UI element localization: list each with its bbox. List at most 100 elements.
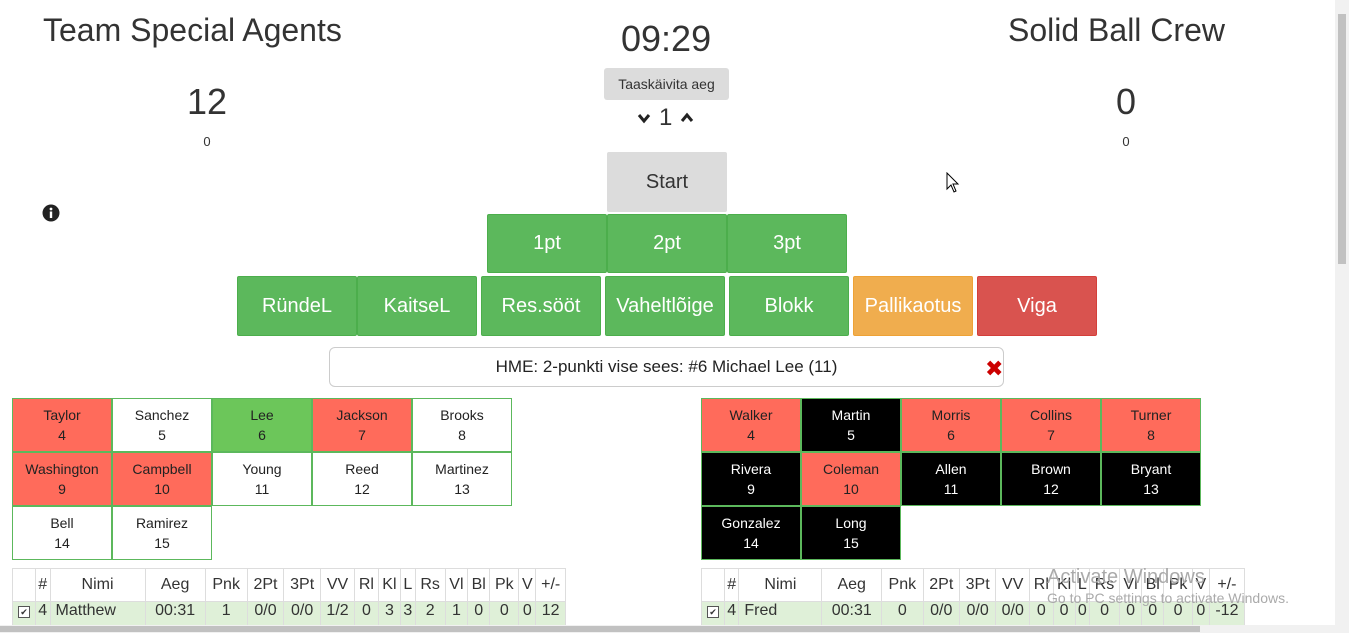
column-header: L [400, 568, 416, 602]
2pt-button[interactable]: 2pt [607, 214, 727, 273]
assist-button[interactable]: Res.sööt [481, 276, 601, 336]
player-name: Walker [729, 407, 773, 423]
player-card[interactable]: Jackson 7 [312, 398, 412, 452]
checkbox-icon[interactable]: ✔ [707, 606, 719, 618]
column-header: Nimi [738, 568, 823, 602]
player-card[interactable]: Long 15 [801, 506, 901, 560]
player-name: Young [242, 461, 282, 477]
info-icon[interactable] [42, 204, 60, 222]
player-number: 11 [254, 481, 270, 497]
player-card[interactable]: Allen 11 [901, 452, 1001, 506]
player-number: 5 [847, 427, 855, 443]
player-number: 4 [747, 427, 755, 443]
horizontal-scroll-thumb[interactable] [0, 626, 1200, 632]
column-header: Nimi [49, 568, 146, 602]
turnover-button[interactable]: Pallikaotus [853, 276, 973, 336]
home-score: 12 [186, 81, 228, 122]
player-card[interactable]: Lee 6 [212, 398, 312, 452]
player-card[interactable]: Reed 12 [312, 452, 412, 506]
column-header: Vl [444, 568, 469, 602]
column-header: Rl [354, 568, 379, 602]
player-card[interactable]: Turner 8 [1101, 398, 1201, 452]
player-name: Brooks [440, 407, 484, 423]
player-card[interactable]: Martin 5 [801, 398, 901, 452]
foul-button[interactable]: Viga [977, 276, 1097, 336]
start-button[interactable]: Start [607, 152, 727, 212]
player-card[interactable]: Taylor 4 [12, 398, 112, 452]
checkbox-header [701, 568, 725, 602]
player-card[interactable]: Coleman 10 [801, 452, 901, 506]
home-stats-table: # Nimi Aeg Pnk 2Pt 3Pt VV Rl Kl L Rs Vl … [12, 568, 566, 629]
home-team-name: Team Special Agents [43, 12, 342, 48]
player-name: Washington [25, 461, 99, 477]
steal-button[interactable]: Vaheltlõige [605, 276, 725, 336]
away-subscore: 0 [1122, 134, 1130, 149]
player-name: Morris [931, 407, 971, 423]
player-card[interactable]: Campbell 10 [112, 452, 212, 506]
player-card[interactable]: Bell 14 [12, 506, 112, 560]
column-header: 3Pt [283, 568, 321, 602]
player-number: 8 [1147, 427, 1155, 443]
player-name: Lee [250, 407, 274, 423]
player-number: 12 [1043, 481, 1059, 497]
player-card[interactable]: Washington 9 [12, 452, 112, 506]
player-card[interactable]: Gonzalez 14 [701, 506, 801, 560]
game-clock: 09:29 [621, 18, 712, 59]
player-name: Gonzalez [721, 515, 781, 531]
player-card[interactable]: Collins 7 [1001, 398, 1101, 452]
player-card[interactable]: Bryant 13 [1101, 452, 1201, 506]
player-name: Martin [831, 407, 871, 423]
player-name: Bryant [1130, 461, 1172, 477]
column-header: Rs [414, 568, 446, 602]
away-score: 0 [1115, 81, 1137, 122]
column-header: Pk [489, 568, 520, 602]
column-header: Pnk [881, 568, 924, 602]
player-name: Turner [1130, 407, 1172, 423]
column-header: 2Pt [246, 568, 285, 602]
column-header: +/- [535, 568, 566, 602]
player-number: 12 [354, 481, 370, 497]
player-name: Martinez [435, 461, 489, 477]
column-header: Aeg [144, 568, 206, 602]
offensive-rebound-button[interactable]: RündeL [237, 276, 357, 336]
player-card[interactable]: Morris 6 [901, 398, 1001, 452]
player-number: 15 [154, 535, 170, 551]
player-card[interactable]: Ramirez 15 [112, 506, 212, 560]
away-team-name: Solid Ball Crew [1008, 12, 1225, 48]
player-number: 8 [458, 427, 466, 443]
player-name: Jackson [336, 407, 388, 423]
player-card[interactable]: Martinez 13 [412, 452, 512, 506]
1pt-button[interactable]: 1pt [487, 214, 607, 273]
player-name: Rivera [730, 461, 772, 477]
column-header: # [35, 568, 51, 602]
chevron-down-icon[interactable] [637, 111, 651, 125]
player-number: 7 [1047, 427, 1055, 443]
player-card[interactable]: Brooks 8 [412, 398, 512, 452]
column-header: VV [995, 568, 1031, 602]
player-card[interactable]: Sanchez 5 [112, 398, 212, 452]
player-name: Reed [345, 461, 379, 477]
player-name: Long [835, 515, 867, 531]
player-number: 13 [454, 481, 470, 497]
close-icon[interactable]: ✖ [985, 356, 1003, 382]
player-number: 10 [154, 481, 170, 497]
restart-time-button[interactable]: Taaskäivita aeg [604, 68, 729, 100]
player-number: 14 [54, 535, 70, 551]
chevron-up-icon[interactable] [680, 111, 694, 125]
column-header: # [723, 568, 740, 602]
player-number: 9 [58, 481, 66, 497]
checkbox-icon[interactable]: ✔ [18, 606, 30, 618]
block-button[interactable]: Blokk [729, 276, 849, 336]
3pt-button[interactable]: 3pt [727, 214, 847, 273]
watermark-subtitle: Go to PC settings to activate Windows. [1047, 590, 1289, 606]
player-name: Ramirez [135, 515, 189, 531]
player-card[interactable]: Young 11 [212, 452, 312, 506]
player-card[interactable]: Walker 4 [701, 398, 801, 452]
player-name: Collins [1029, 407, 1072, 423]
player-card[interactable]: Rivera 9 [701, 452, 801, 506]
vertical-scroll-thumb[interactable] [1338, 14, 1346, 264]
defensive-rebound-button[interactable]: KaitseL [357, 276, 477, 336]
period-number: 1 [659, 104, 673, 131]
column-header: 2Pt [922, 568, 960, 602]
player-card[interactable]: Brown 12 [1001, 452, 1101, 506]
